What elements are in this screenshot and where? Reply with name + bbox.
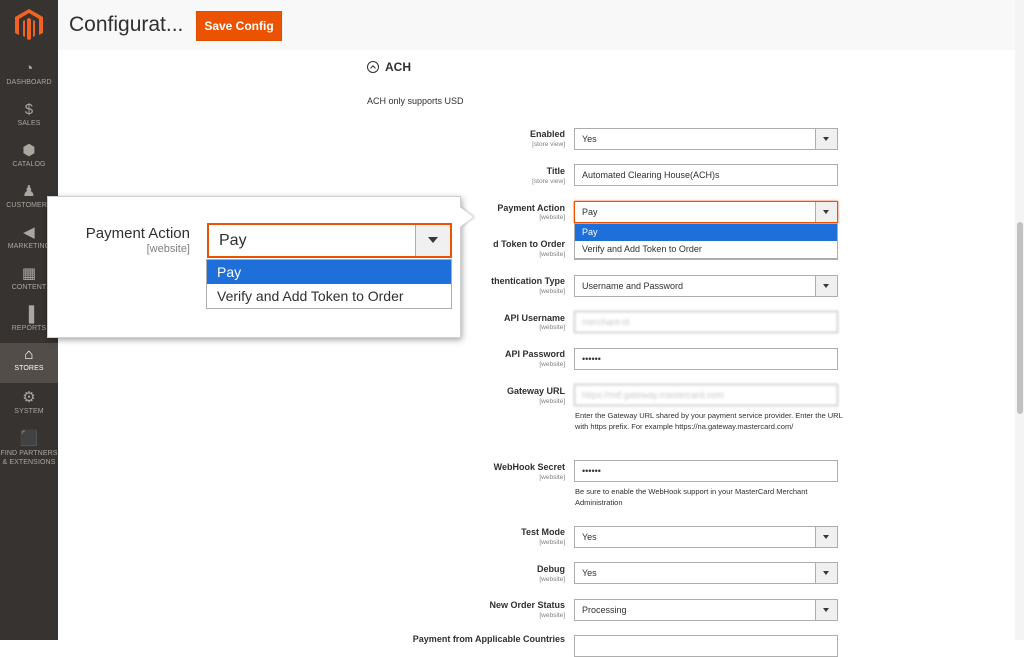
select-value: Yes <box>582 134 597 144</box>
ach-section-toggle[interactable]: ACH <box>367 60 411 74</box>
section-title: ACH <box>385 60 411 74</box>
scope-label: [website] <box>539 251 565 258</box>
input-value: Automated Clearing House(ACH)s <box>582 170 720 180</box>
magento-logo-icon[interactable] <box>14 9 44 41</box>
nav-label: Catalog <box>0 161 58 168</box>
input-value: https://mtf.gateway.mastercard.com <box>582 390 724 400</box>
field-label: d Token to Order <box>493 239 565 249</box>
nav-label: Sales <box>0 120 58 127</box>
nav-stores[interactable]: ⌂ Stores <box>0 343 58 383</box>
new-order-status-select[interactable]: Processing <box>574 599 838 621</box>
callout-field-label: Payment Action <box>48 225 190 242</box>
scope-label: [store view] <box>532 141 565 148</box>
input-value: •••••• <box>582 354 601 364</box>
nav-catalog[interactable]: ⬢ Catalog <box>0 139 58 179</box>
input-value: merchant-id <box>582 317 630 327</box>
page-title: Configurat... <box>69 13 183 37</box>
dollar-icon: $ <box>0 100 58 120</box>
collapse-circle-icon <box>367 61 379 73</box>
payment-action-dropdown: Pay Verify and Add Token to Order <box>574 223 838 259</box>
dropdown-option-pay[interactable]: Pay <box>575 224 837 241</box>
chevron-down-icon <box>815 276 837 296</box>
payment-countries-select[interactable] <box>574 635 838 657</box>
chevron-down-icon <box>815 563 837 583</box>
nav-sales[interactable]: $ Sales <box>0 98 58 138</box>
scope-label: [website] <box>539 398 565 405</box>
nav-label: Find Partners & Extensions <box>0 449 58 467</box>
payment-action-select[interactable]: Pay <box>574 201 838 223</box>
select-value: Yes <box>582 532 597 542</box>
nav-label: Dashboard <box>0 79 58 86</box>
page-scrollbar[interactable] <box>1015 0 1024 640</box>
nav-system[interactable]: ⚙ System <box>0 386 58 426</box>
scope-label: [website] <box>539 214 565 221</box>
scope-label: [website] <box>539 539 565 546</box>
chevron-down-icon <box>815 202 837 222</box>
scope-label: [website] <box>539 474 565 481</box>
field-label: API Password <box>505 349 565 359</box>
gear-icon: ⚙ <box>0 388 58 408</box>
field-label: Gateway URL <box>507 386 565 396</box>
field-label: Enabled <box>530 129 565 139</box>
callout-dropdown-list: Pay Verify and Add Token to Order <box>206 259 452 309</box>
callout-scope-label: [website] <box>48 243 190 255</box>
callout-payment-action-select[interactable]: Pay <box>207 223 452 258</box>
chevron-down-icon <box>815 129 837 149</box>
auth-type-select[interactable]: Username and Password <box>574 275 838 297</box>
chevron-down-icon <box>415 225 450 256</box>
field-help-text: Be sure to enable the WebHook support in… <box>575 486 845 508</box>
zoom-callout: Payment Action [website] Pay Pay Verify … <box>47 196 461 338</box>
gateway-url-input[interactable]: https://mtf.gateway.mastercard.com <box>574 384 838 406</box>
enabled-select[interactable]: Yes <box>574 128 838 150</box>
field-label: API Username <box>504 313 565 323</box>
input-value: •••••• <box>582 466 601 476</box>
nav-label: System <box>0 408 58 415</box>
scrollbar-thumb[interactable] <box>1017 222 1023 414</box>
webhook-secret-input[interactable]: •••••• <box>574 460 838 482</box>
select-value: Username and Password <box>582 281 683 291</box>
select-value: Processing <box>582 605 627 615</box>
chevron-down-icon <box>815 600 837 620</box>
chevron-down-icon <box>815 527 837 547</box>
callout-option-verify[interactable]: Verify and Add Token to Order <box>207 284 451 308</box>
debug-select[interactable]: Yes <box>574 562 838 584</box>
cube-icon: ⬛ <box>0 429 58 449</box>
field-label: New Order Status <box>489 600 565 610</box>
save-config-button[interactable]: Save Config <box>196 11 282 41</box>
callout-option-pay[interactable]: Pay <box>207 260 451 284</box>
page-header: Configurat... Save Config <box>58 0 1024 50</box>
store-icon: ⌂ <box>0 345 58 365</box>
scope-label: [website] <box>539 361 565 368</box>
scope-label: [store view] <box>532 178 565 185</box>
nav-dashboard[interactable]: ◔ Dashboard <box>0 57 58 97</box>
field-label: WebHook Secret <box>494 462 565 472</box>
nav-find-partners[interactable]: ⬛ Find Partners & Extensions <box>0 427 58 471</box>
select-value: Pay <box>219 232 247 249</box>
box-icon: ⬢ <box>0 141 58 161</box>
field-label: Title <box>547 166 565 176</box>
field-help-text: Enter the Gateway URL shared by your pay… <box>575 410 845 432</box>
field-label: Test Mode <box>521 527 565 537</box>
scope-label: [website] <box>539 576 565 583</box>
field-label: thentication Type <box>491 276 565 286</box>
dropdown-option-verify[interactable]: Verify and Add Token to Order <box>575 241 837 258</box>
section-note: ACH only supports USD <box>367 96 464 106</box>
test-mode-select[interactable]: Yes <box>574 526 838 548</box>
speedometer-icon: ◔ <box>0 59 58 79</box>
scope-label: [website] <box>539 288 565 295</box>
title-input[interactable]: Automated Clearing House(ACH)s <box>574 164 838 186</box>
api-password-input[interactable]: •••••• <box>574 348 838 370</box>
field-label: Debug <box>537 564 565 574</box>
scope-label: [website] <box>539 324 565 331</box>
api-username-input[interactable]: merchant-id <box>574 311 838 333</box>
field-label: Payment from Applicable Countries <box>413 634 565 644</box>
select-value: Pay <box>582 207 598 217</box>
field-label: Payment Action <box>497 203 565 213</box>
select-value: Yes <box>582 568 597 578</box>
nav-label: Stores <box>0 365 58 372</box>
scope-label: [website] <box>539 612 565 619</box>
